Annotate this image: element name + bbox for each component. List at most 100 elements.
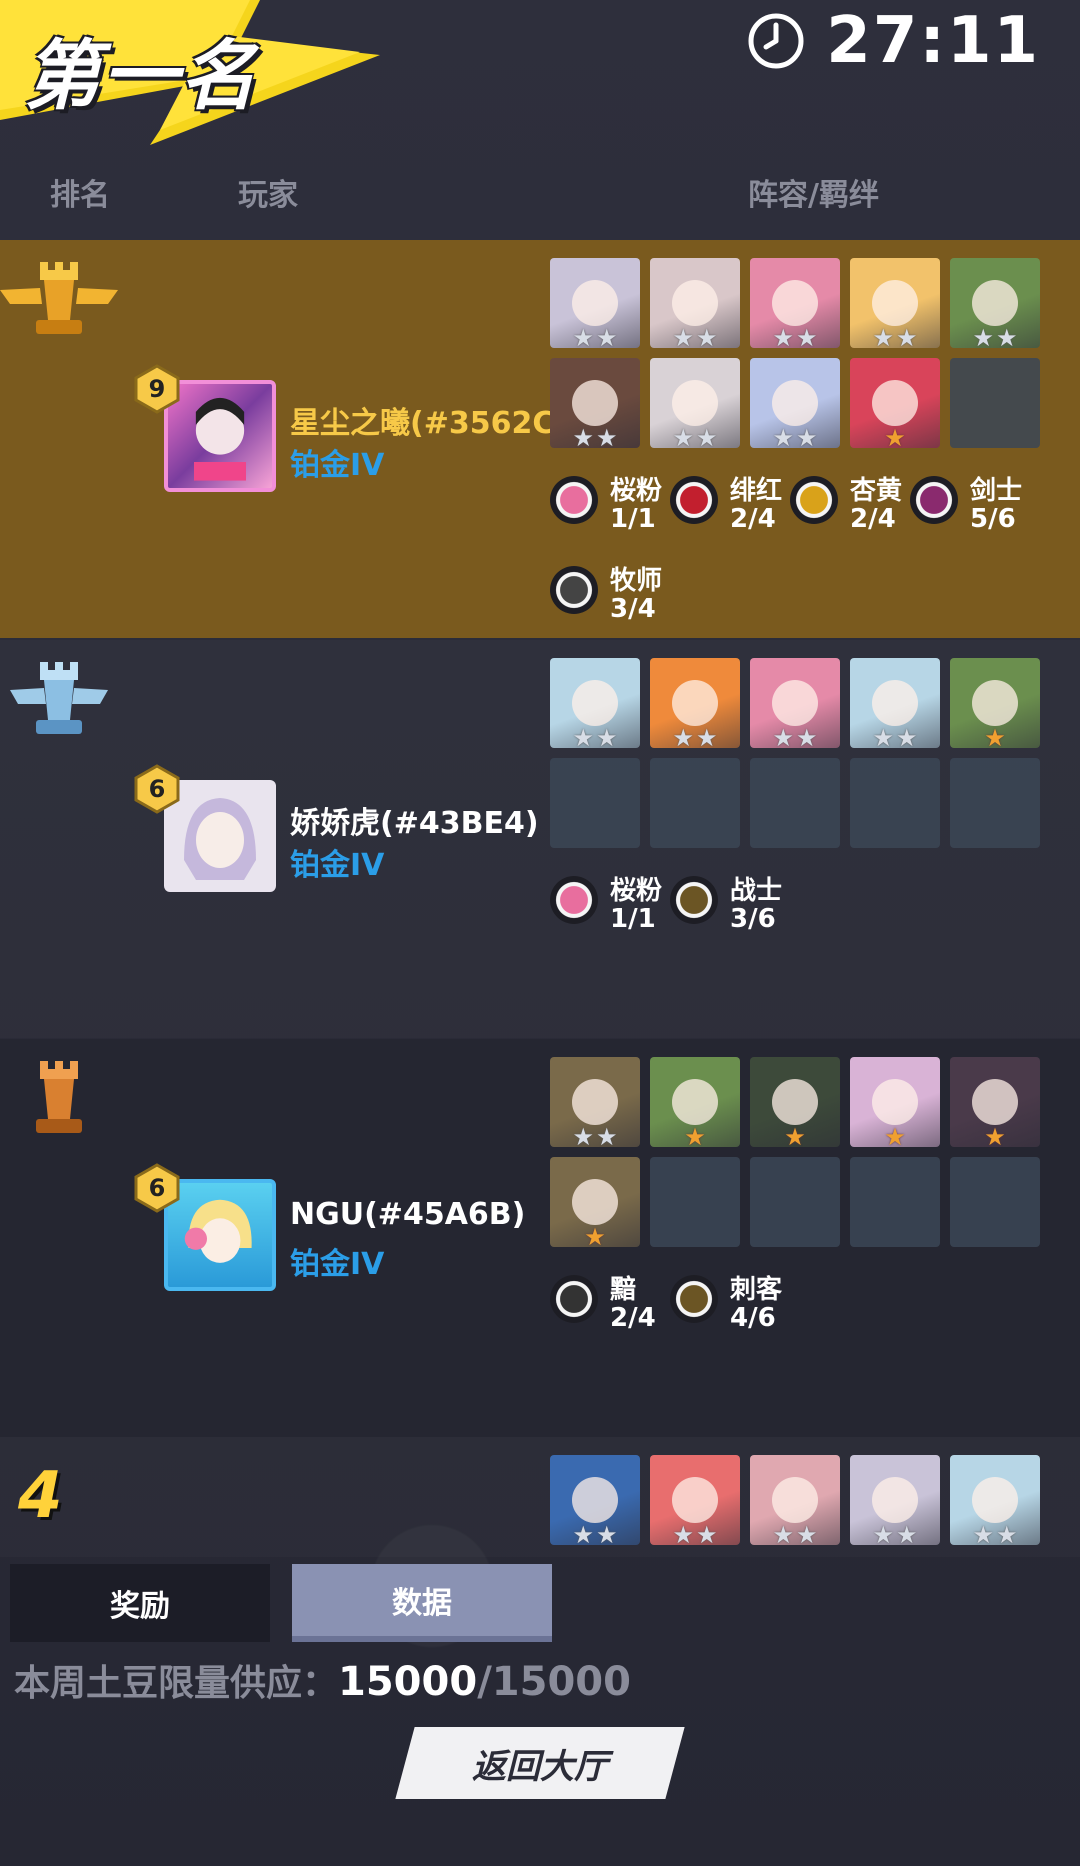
unit-portrait[interactable]: ★ ★ [650, 258, 740, 348]
unit-face [772, 280, 818, 326]
synergy-count: 2/4 [610, 1303, 656, 1333]
synergy-count: 4/6 [730, 1303, 776, 1333]
unit-portrait[interactable]: ★ ★ [950, 258, 1040, 348]
synergy-count: 5/6 [970, 504, 1016, 534]
star-icon: ★ [772, 424, 794, 448]
synergy-count: 1/1 [610, 504, 656, 534]
unit-portrait[interactable]: ★ ★ [750, 658, 840, 748]
player-info: 6 娇娇虎(#43BE4) 铂金IV [134, 764, 560, 892]
unit-portrait[interactable]: ★ ★ [850, 258, 940, 348]
unit-portrait[interactable]: ★ [850, 358, 940, 448]
synergy-item[interactable]: 剑士 5/6 [910, 470, 1030, 540]
unit-portrait[interactable]: ★ ★ [750, 258, 840, 348]
unit-portrait[interactable]: ★ ★ [950, 1455, 1040, 1545]
tab-data[interactable]: 数据 [292, 1564, 552, 1642]
unit-face [772, 1477, 818, 1523]
column-headers: 排名 玩家 阵容/羁绊 [0, 170, 1080, 214]
player-row-3[interactable]: 6 NGU(#45A6B) 铂金IV ★ ★ ★ ★ ★ ★ ★ 黯 2/4 刺客 4/6 [0, 1039, 1080, 1437]
synergy-name: 杏黄 [850, 476, 903, 506]
player-row-2[interactable]: 6 娇娇虎(#43BE4) 铂金IV ★ ★ ★ ★ ★ ★ ★ ★ ★ 桜粉 1/1 战士 3/6 [0, 640, 1080, 1038]
synergy-item[interactable]: 刺客 4/6 [670, 1269, 790, 1339]
empty-unit-slot [550, 758, 640, 848]
level-badge: 6 [132, 1163, 182, 1213]
synergy-count: 1/1 [610, 904, 656, 934]
unit-face [972, 280, 1018, 326]
synergy-item[interactable]: 黯 2/4 [550, 1269, 670, 1339]
unit-face [872, 1477, 918, 1523]
rose-icon [670, 476, 718, 524]
star-icon: ★ [972, 1521, 994, 1545]
tab-reward[interactable]: 奖励 [10, 1564, 270, 1642]
synergy-item[interactable]: 战士 3/6 [670, 870, 790, 940]
synergy-item[interactable]: 牧师 3/4 [550, 560, 670, 630]
unit-face [972, 1079, 1018, 1125]
unit-stars: ★ [650, 1125, 740, 1147]
player-name: 星尘之曦(#3562CF [290, 406, 560, 441]
unit-stars: ★ ★ [550, 726, 640, 748]
level-badge: 6 [132, 764, 182, 814]
unit-portrait[interactable]: ★ [750, 1057, 840, 1147]
synergy-name: 牧师 [610, 566, 663, 596]
rank-header: 排名 [50, 178, 110, 213]
empty-unit-slot [750, 1157, 840, 1247]
unit-portrait[interactable]: ★ ★ [650, 358, 740, 448]
unit-stars: ★ ★ [650, 326, 740, 348]
unit-portrait[interactable]: ★ ★ [550, 1455, 640, 1545]
synergy-item[interactable]: 桜粉 1/1 [550, 870, 670, 940]
unit-stars: ★ ★ [650, 426, 740, 448]
synergy-item[interactable]: 杏黄 2/4 [790, 470, 910, 540]
star-icon: ★ [884, 424, 906, 448]
rank-number: 4 [18, 1459, 63, 1533]
unit-portrait[interactable]: ★ ★ [750, 358, 840, 448]
unit-face [572, 1477, 618, 1523]
star-icon: ★ [896, 1521, 918, 1545]
player-info: 6 NGU(#45A6B) 铂金IV [134, 1163, 560, 1291]
star-icon: ★ [596, 1123, 618, 1147]
timer: 27:11 [746, 4, 1040, 78]
unit-stars: ★ ★ [750, 726, 840, 748]
star-icon: ★ [896, 724, 918, 748]
star-icon: ★ [896, 324, 918, 348]
unit-stars: ★ ★ [850, 726, 940, 748]
timer-text: 27:11 [826, 4, 1040, 78]
sakura-icon [550, 476, 598, 524]
unit-portrait[interactable]: ★ [950, 1057, 1040, 1147]
unit-stars: ★ ★ [550, 1125, 640, 1147]
synergy-name: 桜粉 [610, 476, 663, 506]
unit-portrait[interactable]: ★ ★ [750, 1455, 840, 1545]
star-icon: ★ [772, 724, 794, 748]
empty-unit-slot [650, 758, 740, 848]
synergy-name: 桜粉 [610, 876, 663, 906]
silver-rook-trophy-icon [10, 662, 108, 734]
star-icon: ★ [572, 1521, 594, 1545]
unit-face [672, 1079, 718, 1125]
unit-portrait[interactable]: ★ [550, 1157, 640, 1247]
unit-portrait[interactable]: ★ [950, 658, 1040, 748]
unit-portrait[interactable]: ★ [650, 1057, 740, 1147]
unit-face [972, 680, 1018, 726]
player-row-1[interactable]: 9 星尘之曦(#3562CF 铂金IV ★ ★ ★ ★ ★ ★ ★ ★ ★ ★ ★ ★ ★ ★ ★ ★ ★ 桜粉… [0, 240, 1080, 638]
warrior-icon [670, 876, 718, 924]
synergy-item[interactable]: 桜粉 1/1 [550, 470, 670, 540]
synergy-item[interactable]: 绯红 2/4 [670, 470, 790, 540]
star-icon: ★ [884, 1123, 906, 1147]
unit-portrait[interactable]: ★ ★ [650, 1455, 740, 1545]
unit-portrait[interactable]: ★ ★ [550, 658, 640, 748]
unit-portrait[interactable]: ★ ★ [550, 358, 640, 448]
player-row-4[interactable]: 4 ★ ★ ★ ★ ★ ★ ★ ★ ★ ★ [0, 1437, 1080, 1557]
unit-portrait[interactable]: ★ ★ [550, 258, 640, 348]
supply-current: 15000 [338, 1659, 478, 1705]
unit-portrait[interactable]: ★ [850, 1057, 940, 1147]
unit-portrait[interactable]: ★ ★ [550, 1057, 640, 1147]
star-icon: ★ [772, 1521, 794, 1545]
star-icon: ★ [672, 424, 694, 448]
empty-unit-slot [950, 1157, 1040, 1247]
unit-portrait[interactable]: ★ ★ [650, 658, 740, 748]
unit-portrait[interactable]: ★ ★ [850, 1455, 940, 1545]
unit-face [572, 1079, 618, 1125]
unit-portrait[interactable]: ★ ★ [850, 658, 940, 748]
return-lobby-button[interactable]: 返回大厅 [395, 1727, 685, 1799]
player-header: 玩家 [238, 178, 298, 213]
lineup-header: 阵容/羁绊 [748, 178, 879, 213]
unit-stars: ★ ★ [950, 1523, 1040, 1545]
